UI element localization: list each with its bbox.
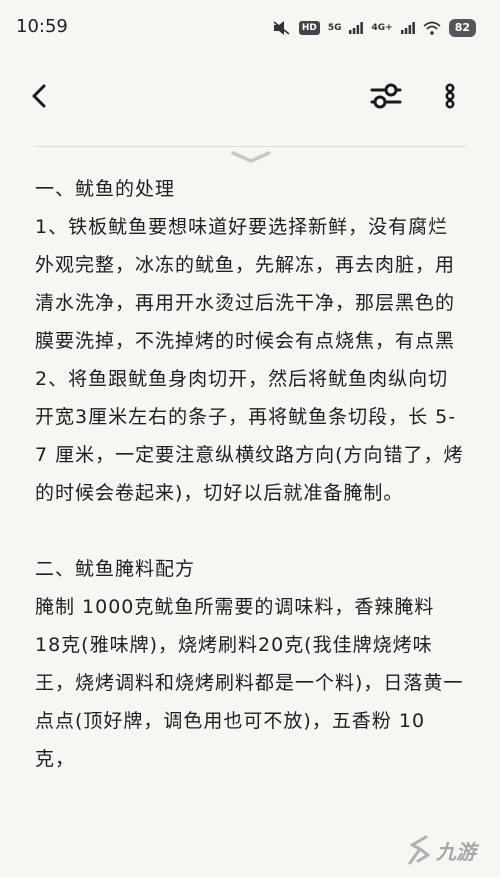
status-bar: 10:59 HD 5G 4G+ 82 [0,0,500,60]
chevron-down-icon[interactable] [229,150,273,164]
mute-icon [273,21,290,35]
signal-icon-2 [400,22,415,34]
chevron-left-icon [32,84,46,108]
section-heading: 一、鱿鱼的处理 [35,178,176,200]
watermark-text: 九游 [436,839,476,864]
sliders-icon [370,83,402,109]
paragraph: 腌制 1000克鱿鱼所需要的调味料，香辣腌料 18克(雅味牌)，烧烤刷料20克(… [35,596,464,770]
top-toolbar [0,62,500,130]
article-content: 一、鱿鱼的处理 1、铁板鱿鱼要想味道好要选择新鲜，没有腐烂外观完整，冰冻的鱿鱼，… [35,170,467,778]
battery-indicator: 82 [448,19,476,37]
paragraph: 1、铁板鱿鱼要想味道好要选择新鲜，没有腐烂外观完整，冰冻的鱿鱼，先解冻，再去肉脏… [35,216,456,352]
signal-icon [349,22,364,34]
more-options-button[interactable] [438,80,462,112]
section-heading: 二、鱿鱼腌料配方 [35,558,196,580]
network-4g-label: 4G+ [371,23,393,33]
paragraph: 2、将鱼跟鱿鱼身肉切开，然后将鱿鱼肉纵向切开宽3厘米左右的条子，再将鱿鱼条切段，… [35,368,464,504]
watermark: 九游 [406,828,498,872]
hd-badge: HD [298,21,320,35]
jiuyou-logo-icon [408,835,430,865]
status-time: 10:59 [16,16,68,37]
network-5g-label: 5G [327,23,342,33]
back-button[interactable] [26,80,54,112]
wifi-icon [423,21,441,35]
status-icons: HD 5G 4G+ 82 [273,18,476,38]
more-vertical-icon [445,83,455,109]
settings-button[interactable] [368,80,404,112]
header-divider [34,146,466,147]
